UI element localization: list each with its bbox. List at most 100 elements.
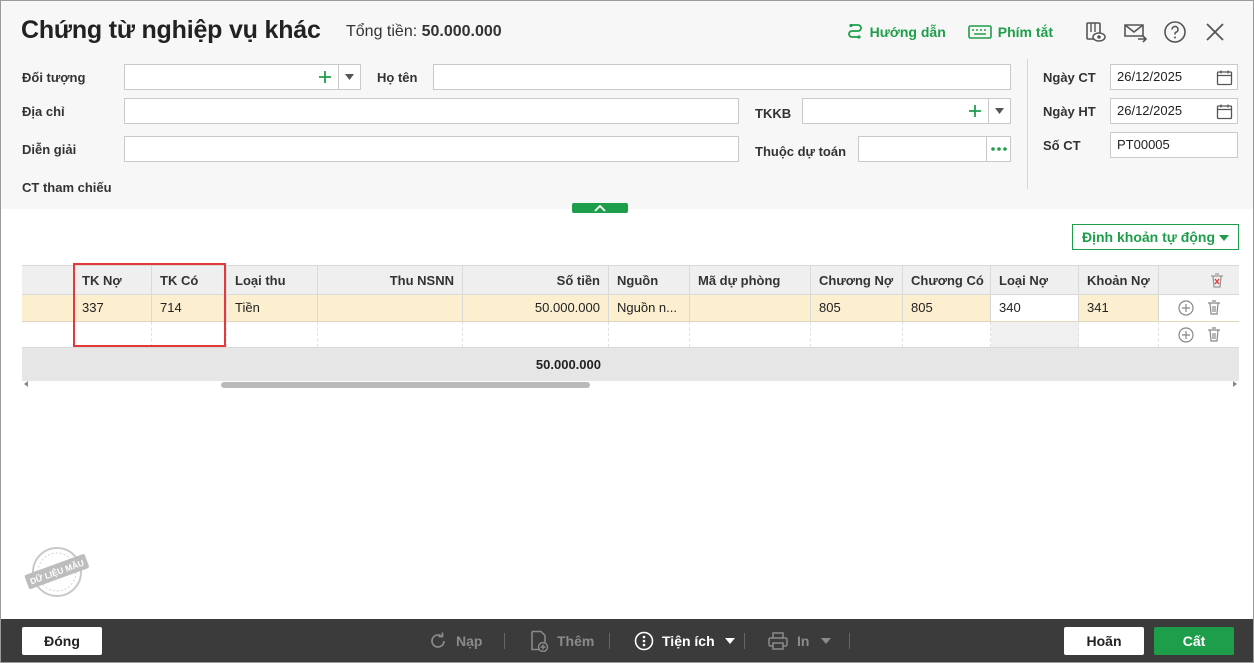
- ngay-ht-input[interactable]: 26/12/2025: [1110, 98, 1238, 124]
- scroll-right-icon[interactable]: [1233, 381, 1237, 387]
- column-header[interactable]: Chương Nợ: [811, 266, 903, 294]
- auto-posting-button[interactable]: Định khoản tự động: [1072, 224, 1239, 250]
- add-tkkb-icon[interactable]: [962, 99, 988, 123]
- utility-label: Tiện ích: [662, 633, 715, 649]
- chuong-no-cell[interactable]: 805: [811, 295, 903, 321]
- add-button[interactable]: Thêm: [529, 629, 594, 653]
- help-button[interactable]: [1155, 15, 1195, 49]
- shortcut-link[interactable]: Phím tắt: [967, 24, 1053, 40]
- tk-co-cell[interactable]: [152, 322, 227, 347]
- thu-nsnn-cell[interactable]: [318, 322, 463, 347]
- table-row[interactable]: 337 714 Tiền 50.000.000 Nguồn n... 805 8…: [22, 295, 1239, 322]
- reload-button[interactable]: Nạp: [428, 629, 482, 653]
- guide-link[interactable]: Hướng dẫn: [846, 23, 946, 41]
- horizontal-scrollbar[interactable]: [22, 380, 1239, 390]
- column-header[interactable]: Loại thu: [227, 266, 318, 294]
- column-header[interactable]: Khoản Nợ: [1079, 266, 1159, 294]
- so-tien-cell[interactable]: 50.000.000: [463, 295, 609, 321]
- column-header[interactable]: Chương Có: [903, 266, 991, 294]
- top-actions: Hướng dẫn Phím tắt: [846, 15, 1235, 49]
- tkkb-dropdown-icon[interactable]: [988, 99, 1010, 123]
- scrollbar-thumb[interactable]: [221, 382, 590, 388]
- preview-button[interactable]: [1075, 15, 1115, 49]
- delete-row-icon[interactable]: [1206, 299, 1222, 316]
- doi-tuong-dropdown-icon[interactable]: [338, 65, 360, 89]
- toolbar-divider: [504, 633, 505, 649]
- column-header[interactable]: TK Nợ: [74, 266, 152, 294]
- print-button[interactable]: In: [767, 629, 832, 653]
- total-value: 50.000.000: [421, 23, 502, 40]
- tk-co-cell[interactable]: 714: [152, 295, 227, 321]
- nguon-cell[interactable]: Nguồn n...: [609, 295, 690, 321]
- khoan-no-cell[interactable]: [1079, 322, 1159, 347]
- ho-ten-label: Họ tên: [377, 70, 418, 85]
- header-panel: Chứng từ nghiệp vụ khác Tổng tiền: 50.00…: [1, 1, 1253, 209]
- so-tien-cell[interactable]: [463, 322, 609, 347]
- cancel-button[interactable]: Hoãn: [1064, 627, 1144, 655]
- loai-no-cell[interactable]: 340: [991, 295, 1079, 321]
- collapse-header-button[interactable]: [572, 203, 628, 213]
- doi-tuong-combo[interactable]: [124, 64, 361, 90]
- thuoc-du-toan-input[interactable]: [858, 136, 1011, 162]
- ho-ten-input[interactable]: [433, 64, 1011, 90]
- doi-tuong-combo-buttons: [312, 65, 360, 89]
- delete-all-icon[interactable]: [1209, 272, 1225, 289]
- posting-grid: TK Nợ TK Có Loại thu Thu NSNN Số tiền Ng…: [22, 265, 1239, 381]
- more-options-icon[interactable]: [986, 137, 1010, 161]
- keyboard-icon: [967, 25, 992, 39]
- chuong-co-cell[interactable]: [903, 322, 991, 347]
- guide-icon: [847, 23, 862, 39]
- form-divider: [1027, 59, 1028, 189]
- toolbar-divider: [849, 633, 850, 649]
- calendar-icon[interactable]: [1216, 103, 1233, 120]
- column-header[interactable]: Thu NSNN: [318, 266, 463, 294]
- row-number-cell: [22, 295, 74, 321]
- loai-thu-cell[interactable]: Tiền: [227, 295, 318, 321]
- email-button[interactable]: [1115, 15, 1155, 49]
- dia-chi-input[interactable]: [124, 98, 739, 124]
- ngay-ht-value: 26/12/2025: [1117, 103, 1183, 118]
- loai-no-cell[interactable]: [991, 322, 1079, 347]
- tkkb-label: TKKB: [755, 106, 792, 121]
- khoan-no-cell[interactable]: 341: [1079, 295, 1159, 321]
- add-row-icon[interactable]: [1178, 327, 1194, 343]
- add-label: Thêm: [557, 633, 595, 649]
- tk-no-cell[interactable]: 337: [74, 295, 152, 321]
- more-vertical-icon: [634, 631, 654, 651]
- column-header[interactable]: Số tiền: [463, 266, 609, 294]
- print-label: In: [797, 633, 810, 649]
- close-button[interactable]: Đóng: [22, 627, 102, 655]
- save-button[interactable]: Cất: [1154, 627, 1234, 655]
- column-header[interactable]: Mã dự phòng: [690, 266, 811, 294]
- so-ct-input[interactable]: PT00005: [1110, 132, 1238, 158]
- thu-nsnn-cell[interactable]: [318, 295, 463, 321]
- chuong-no-cell[interactable]: [811, 322, 903, 347]
- ngay-ct-input[interactable]: 26/12/2025: [1110, 64, 1238, 90]
- table-row[interactable]: [22, 322, 1239, 348]
- row-actions: [1159, 295, 1239, 321]
- column-header[interactable]: Nguồn: [609, 266, 690, 294]
- close-window-button[interactable]: [1195, 15, 1235, 49]
- dia-chi-label: Địa chỉ: [22, 104, 65, 119]
- delete-row-icon[interactable]: [1206, 326, 1222, 343]
- grid-header: TK Nợ TK Có Loại thu Thu NSNN Số tiền Ng…: [22, 265, 1239, 295]
- voucher-window: Chứng từ nghiệp vụ khác Tổng tiền: 50.00…: [0, 0, 1254, 663]
- tkkb-combo[interactable]: [802, 98, 1011, 124]
- nguon-cell[interactable]: [609, 322, 690, 347]
- add-doi-tuong-icon[interactable]: [312, 65, 338, 89]
- tk-no-cell[interactable]: [74, 322, 152, 347]
- add-row-icon[interactable]: [1178, 300, 1194, 316]
- column-header[interactable]: TK Có: [152, 266, 227, 294]
- chevron-down-icon: [724, 638, 735, 644]
- scroll-left-icon[interactable]: [24, 381, 28, 387]
- loai-thu-cell[interactable]: [227, 322, 318, 347]
- utility-menu-button[interactable]: Tiện ích: [634, 629, 735, 653]
- ma-du-phong-cell[interactable]: [690, 295, 811, 321]
- add-document-icon: [531, 630, 549, 652]
- refresh-icon: [431, 632, 445, 648]
- chuong-co-cell[interactable]: 805: [903, 295, 991, 321]
- calendar-icon[interactable]: [1216, 69, 1233, 86]
- ma-du-phong-cell[interactable]: [690, 322, 811, 347]
- dien-giai-input[interactable]: [124, 136, 739, 162]
- column-header[interactable]: Loại Nợ: [991, 266, 1079, 294]
